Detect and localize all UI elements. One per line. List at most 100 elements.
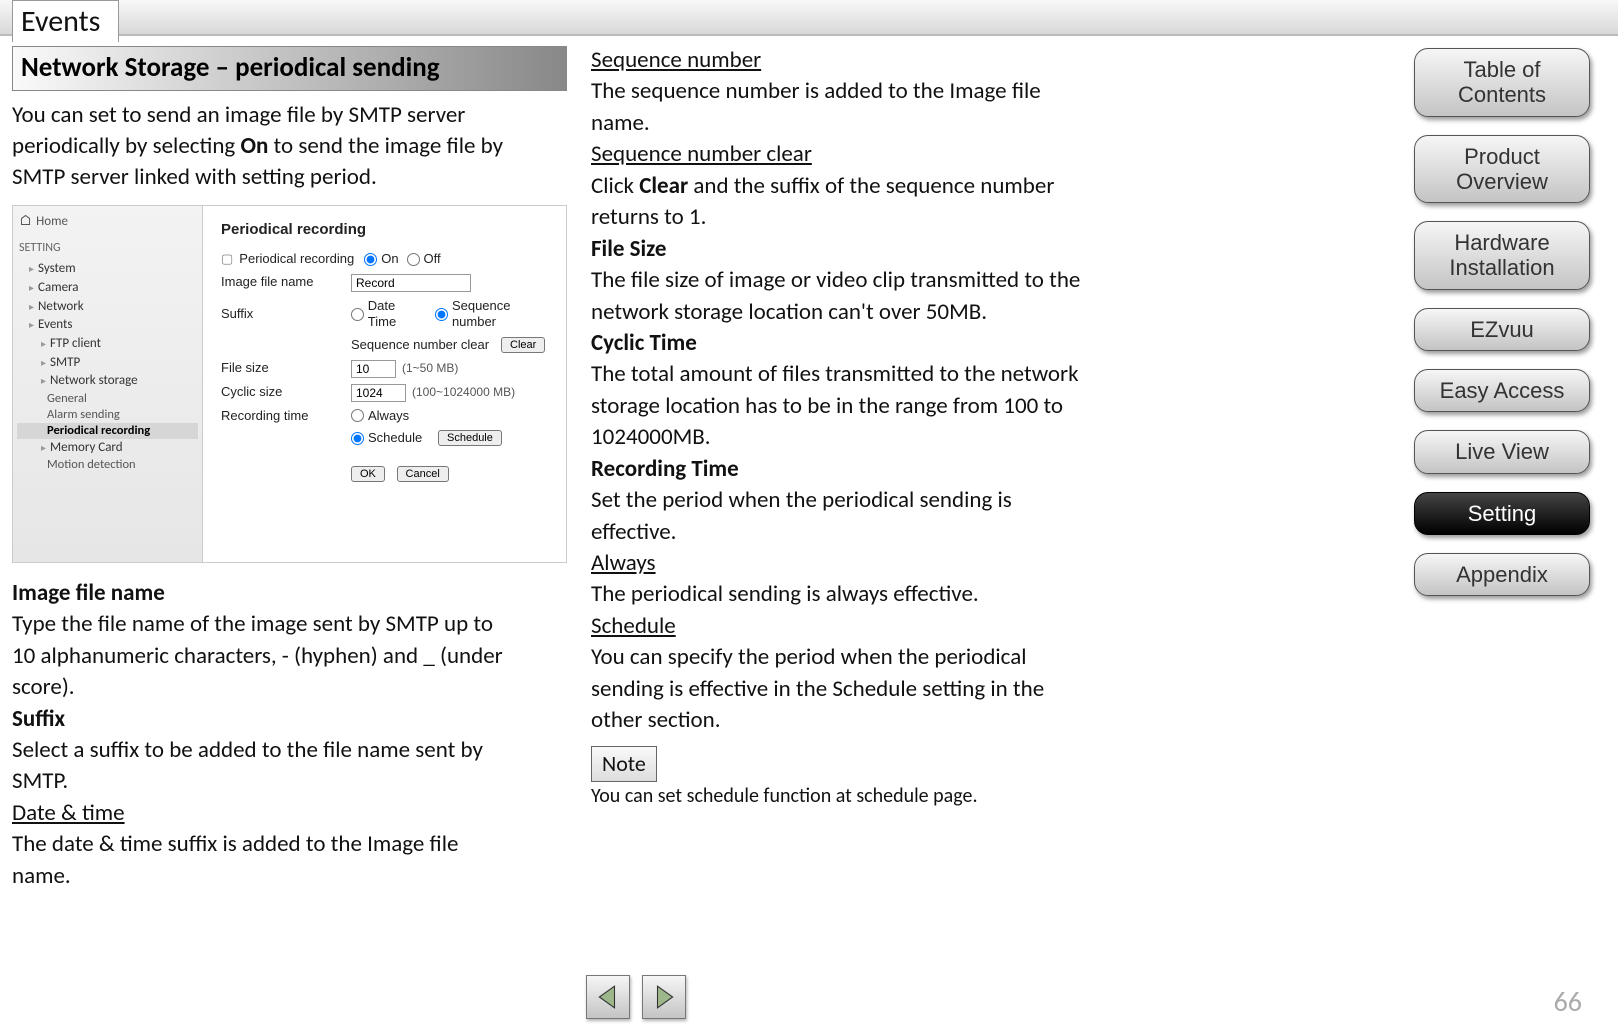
body-text: other section.: [591, 706, 1132, 735]
subheading-date-time: Date & time: [12, 799, 567, 828]
ok-button[interactable]: OK: [351, 466, 385, 482]
unit-text: (100~1024000 MB): [412, 385, 515, 400]
nav-item: Network: [17, 298, 198, 317]
opt-always: Always: [368, 408, 438, 425]
opt-off: Off: [424, 251, 441, 268]
screenshot-title: Periodical recording: [221, 220, 558, 239]
config-screenshot: Home SETTING System Camera Network Event…: [12, 205, 567, 563]
row-label: Periodical recording: [239, 251, 354, 268]
side-btn-setting[interactable]: Setting: [1414, 492, 1590, 535]
row-label: Image file name: [221, 274, 351, 291]
filename-input[interactable]: [351, 274, 471, 292]
subheading-seq-clear: Sequence number clear: [591, 140, 1132, 169]
body-text: score).: [12, 673, 567, 702]
section-title: Network Storage – periodical sending: [12, 46, 567, 91]
row-label: File size: [221, 360, 351, 377]
intro-line: periodically by selecting On to send the…: [12, 132, 567, 161]
opt-on: On: [381, 251, 398, 268]
nav-setting-header: SETTING: [19, 241, 198, 256]
body-text: Type the file name of the image sent by …: [12, 610, 567, 639]
side-btn-easy-access[interactable]: Easy Access: [1414, 369, 1590, 412]
body-text: 10 alphanumeric characters, - (hyphen) a…: [12, 642, 567, 671]
side-btn-overview[interactable]: Product Overview: [1414, 135, 1590, 204]
body-text: 1024000MB.: [591, 423, 1132, 452]
body-text: The periodical sending is always effecti…: [591, 580, 1132, 609]
right-column: Sequence number The sequence number is a…: [591, 46, 1132, 893]
body-text: The file size of image or video clip tra…: [591, 266, 1132, 295]
main-content: Network Storage – periodical sending You…: [12, 46, 1132, 893]
nav-tail-item: Motion detection: [17, 457, 198, 473]
cancel-button[interactable]: Cancel: [397, 466, 449, 482]
schedule-button[interactable]: Schedule: [438, 430, 502, 446]
radio-always[interactable]: [351, 409, 364, 422]
prev-page-button[interactable]: [586, 975, 630, 1019]
tab-header: Events: [0, 0, 1618, 36]
side-btn-hardware[interactable]: Hardware Installation: [1414, 221, 1590, 290]
intro-line: SMTP server linked with setting period.: [12, 163, 567, 192]
nav-sub-item: FTP client: [17, 335, 198, 354]
side-btn-appendix[interactable]: Appendix: [1414, 553, 1590, 596]
body-text: The date & time suffix is added to the I…: [12, 830, 567, 859]
nav-item: System: [17, 260, 198, 279]
nav-sub2-item: Alarm sending: [17, 407, 198, 423]
row-label: Cyclic size: [221, 384, 351, 401]
body-text: name.: [591, 109, 1132, 138]
heading-cyclic-time: Cyclic Time: [591, 329, 1132, 358]
nav-tail-item: Memory Card: [17, 439, 198, 458]
text: periodically by selecting: [12, 132, 240, 160]
body-text: The sequence number is added to the Imag…: [591, 77, 1132, 106]
row-label: Recording time: [221, 408, 351, 425]
opt-seqnum: Sequence number: [452, 298, 558, 331]
unit-text: (1~50 MB): [402, 361, 458, 376]
opt-datetime: Date Time: [368, 298, 427, 331]
heading-suffix: Suffix: [12, 705, 567, 734]
body-text: sending is effective in the Schedule set…: [591, 675, 1132, 704]
text-bold: Clear: [639, 172, 688, 200]
note-label: Note: [591, 746, 657, 782]
side-btn-ezvuu[interactable]: EZvuu: [1414, 308, 1590, 351]
side-btn-live-view[interactable]: Live View: [1414, 430, 1590, 473]
body-text: Select a suffix to be added to the file …: [12, 736, 567, 765]
nav-sub-item: Network storage: [17, 372, 198, 391]
body-text: You can specify the period when the peri…: [591, 643, 1132, 672]
radio-seqnum[interactable]: [435, 308, 448, 321]
subheading-schedule: Schedule: [591, 612, 1132, 641]
row-seqclear: Sequence number clear: [351, 337, 501, 354]
body-text: Set the period when the periodical sendi…: [591, 486, 1132, 515]
heading-image-file-name: Image file name: [12, 579, 567, 608]
body-text: returns to 1.: [591, 203, 1132, 232]
text-bold: On: [240, 132, 268, 160]
intro-line: You can set to send an image file by SMT…: [12, 101, 567, 130]
subheading-sequence-number: Sequence number: [591, 46, 1132, 75]
tab-events: Events: [12, 0, 119, 42]
page-number: 66: [1554, 984, 1582, 1019]
side-nav: Table of Contents Product Overview Hardw…: [1414, 48, 1594, 596]
nav-home: Home: [17, 212, 198, 231]
body-text: effective.: [591, 518, 1132, 547]
radio-on[interactable]: [364, 253, 377, 266]
next-page-button[interactable]: [642, 975, 686, 1019]
body-text: network storage location can't over 50MB…: [591, 298, 1132, 327]
text: to send the image file by: [268, 132, 503, 160]
opt-schedule: Schedule: [368, 430, 438, 447]
subheading-always: Always: [591, 549, 1132, 578]
screenshot-body: Periodical recording ▢ Periodical record…: [203, 206, 566, 562]
side-btn-toc[interactable]: Table of Contents: [1414, 48, 1590, 117]
cyclic-input[interactable]: [351, 384, 406, 402]
radio-datetime[interactable]: [351, 308, 364, 321]
body-text: The total amount of files transmitted to…: [591, 360, 1132, 389]
text: Click: [591, 172, 639, 200]
body-text: name.: [12, 862, 567, 891]
arrow-left-icon: [595, 984, 621, 1010]
filesize-input[interactable]: [351, 360, 396, 378]
row-label: Suffix: [221, 306, 351, 323]
radio-schedule[interactable]: [351, 432, 364, 445]
note-text: You can set schedule function at schedul…: [591, 784, 1132, 810]
radio-off[interactable]: [407, 253, 420, 266]
text: and the suffix of the sequence number: [688, 172, 1054, 200]
body-text: SMTP.: [12, 767, 567, 796]
nav-sub2-item: General: [17, 391, 198, 407]
body-text: Click Clear and the suffix of the sequen…: [591, 172, 1132, 201]
clear-button[interactable]: Clear: [501, 337, 545, 353]
nav-sub-item: SMTP: [17, 354, 198, 373]
